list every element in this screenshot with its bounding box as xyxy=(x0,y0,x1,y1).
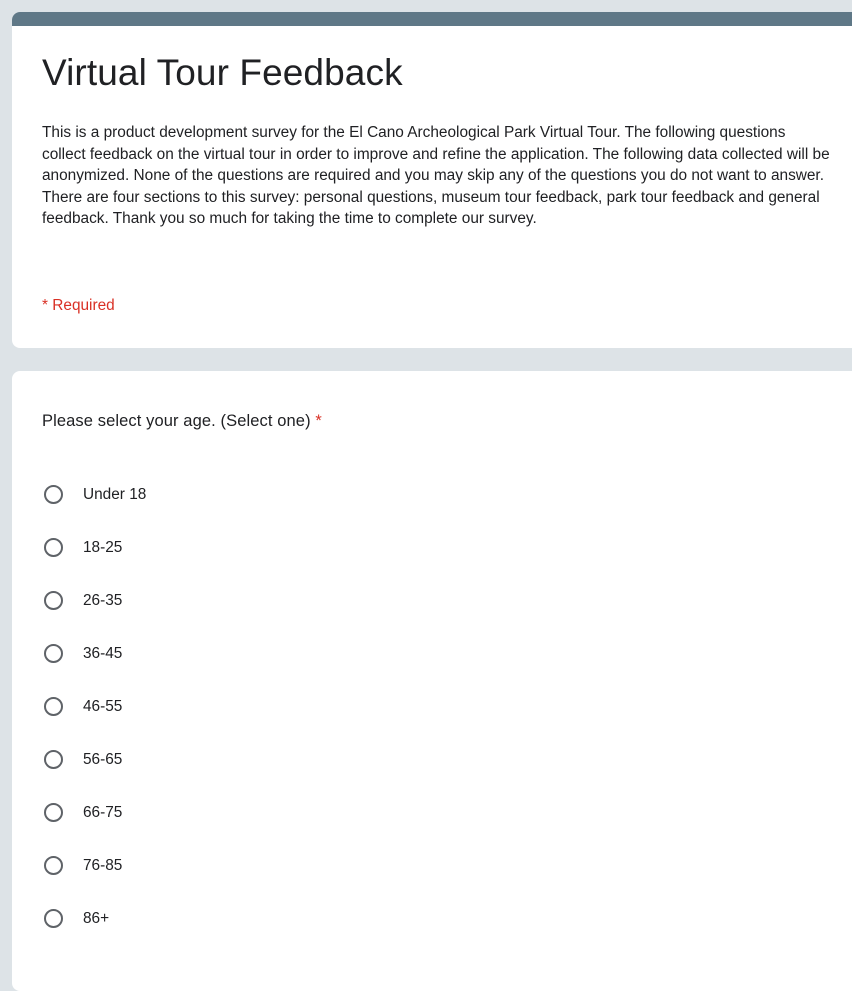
age-option-label: 26-35 xyxy=(83,591,123,609)
radio-button[interactable] xyxy=(44,697,63,716)
age-option-66-75[interactable]: 66-75 xyxy=(44,786,146,839)
radio-button[interactable] xyxy=(44,856,63,875)
radio-button[interactable] xyxy=(44,644,63,663)
age-option-18-25[interactable]: 18-25 xyxy=(44,521,146,574)
age-option-label: 18-25 xyxy=(83,538,123,556)
radio-button[interactable] xyxy=(44,750,63,769)
age-option-under-18[interactable]: Under 18 xyxy=(44,468,146,521)
radio-button[interactable] xyxy=(44,909,63,928)
form-title: Virtual Tour Feedback xyxy=(42,52,403,93)
question-card-age: Please select your age. (Select one) * U… xyxy=(12,371,852,991)
age-option-26-35[interactable]: 26-35 xyxy=(44,574,146,627)
question-title-text: Please select your age. (Select one) xyxy=(42,412,311,430)
form-header-card: Virtual Tour Feedback This is a product … xyxy=(12,12,852,348)
radio-button[interactable] xyxy=(44,538,63,557)
radio-button[interactable] xyxy=(44,485,63,504)
radio-button[interactable] xyxy=(44,591,63,610)
radio-button[interactable] xyxy=(44,803,63,822)
age-option-76-85[interactable]: 76-85 xyxy=(44,839,146,892)
age-option-label: Under 18 xyxy=(83,485,147,503)
age-radio-group: Under 18 18-25 26-35 36-45 46-55 56-65 6… xyxy=(44,468,146,945)
header-color-band xyxy=(12,12,852,26)
question-title: Please select your age. (Select one) * xyxy=(42,412,322,431)
age-option-label: 86+ xyxy=(83,909,110,927)
age-option-46-55[interactable]: 46-55 xyxy=(44,680,146,733)
age-option-label: 36-45 xyxy=(83,644,123,662)
age-option-label: 56-65 xyxy=(83,750,123,768)
required-asterisk: * xyxy=(315,412,322,430)
age-option-86-plus[interactable]: 86+ xyxy=(44,892,146,945)
age-option-label: 46-55 xyxy=(83,697,123,715)
form-description: This is a product development survey for… xyxy=(42,124,830,228)
age-option-36-45[interactable]: 36-45 xyxy=(44,627,146,680)
required-note: * Required xyxy=(42,297,115,314)
age-option-label: 76-85 xyxy=(83,856,123,874)
age-option-label: 66-75 xyxy=(83,803,123,821)
age-option-56-65[interactable]: 56-65 xyxy=(44,733,146,786)
